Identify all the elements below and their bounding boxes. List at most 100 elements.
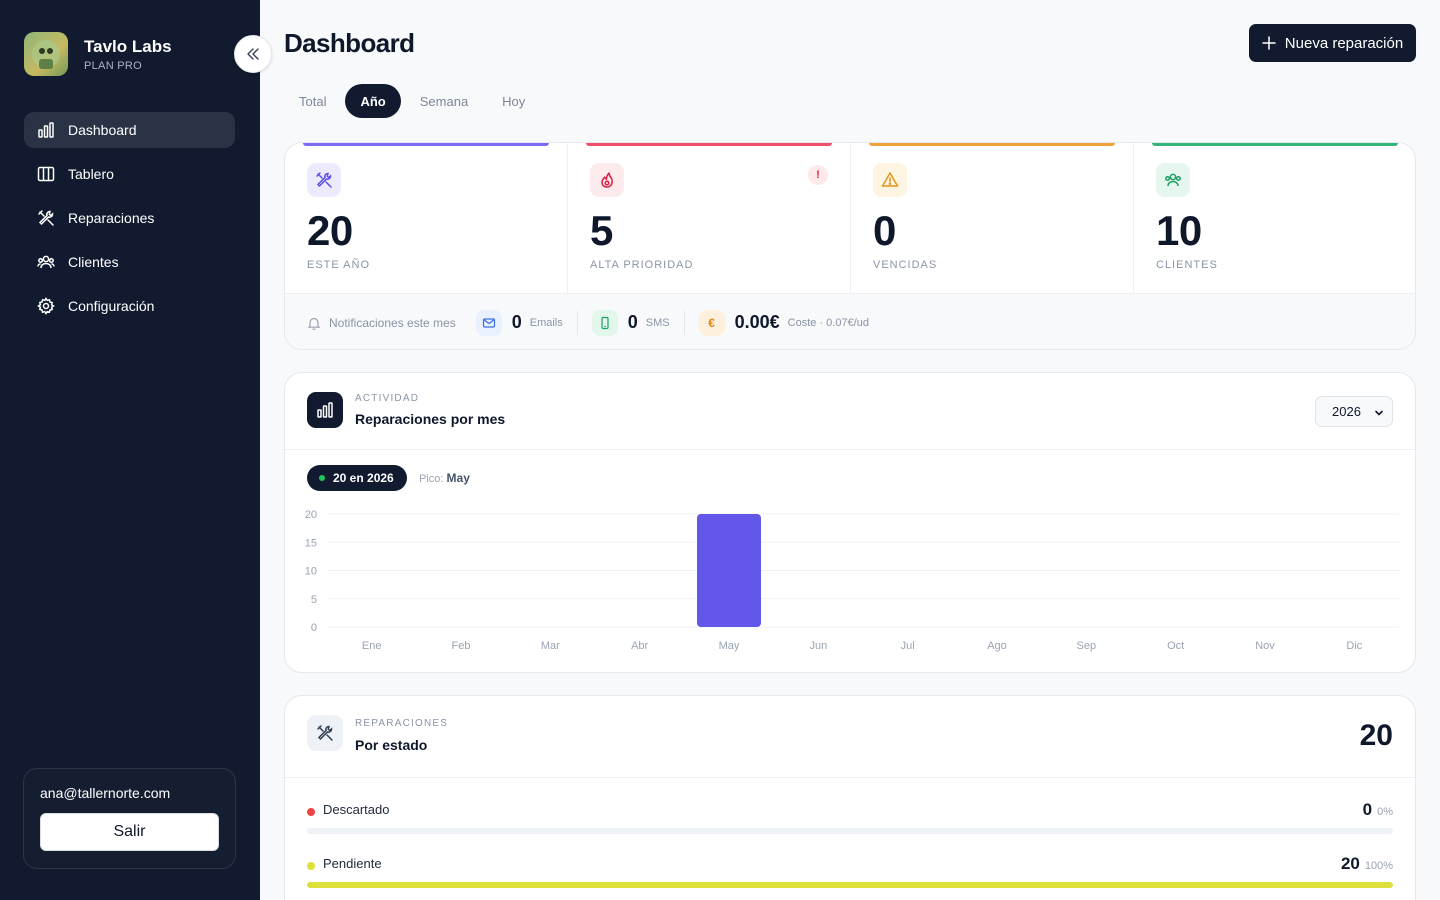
year-select[interactable]: 2026 <box>1315 396 1393 427</box>
year-total-pill: 20 en 2026 <box>307 465 407 491</box>
stat-label: ALTA PRIORIDAD <box>590 259 694 271</box>
status-percent: 0% <box>1377 806 1393 818</box>
new-repair-button[interactable]: Nueva reparación <box>1249 24 1416 62</box>
sidebar-item-label: Configuración <box>68 298 155 314</box>
y-tick-label: 20 <box>305 509 317 521</box>
status-label: Descartado <box>323 802 390 817</box>
x-tick-label: Abr <box>631 640 648 652</box>
x-tick-label: Oct <box>1167 640 1184 652</box>
notifications-label: Notificaciones este mes <box>329 315 456 330</box>
status-progress-track <box>307 828 1393 834</box>
user-card: ana@tallernorte.com Salir <box>23 768 236 869</box>
activity-card: ACTIVIDAD Reparaciones por mes 2026 20 e… <box>284 372 1416 673</box>
logout-button[interactable]: Salir <box>40 813 219 851</box>
sms-icon-box <box>591 309 618 336</box>
page-title: Dashboard <box>284 28 415 58</box>
stat-este-ano[interactable]: 20 ESTE AÑO <box>285 143 568 293</box>
stat-accent-bar <box>303 143 549 146</box>
stat-label: VENCIDAS <box>873 259 938 271</box>
sidebar-item-clientes[interactable]: Clientes <box>24 244 235 280</box>
stat-accent-bar <box>1152 143 1398 146</box>
email-icon-box <box>475 309 502 336</box>
period-tabs: Total Año Semana Hoy <box>284 84 544 118</box>
activity-title: Reparaciones por mes <box>355 411 506 427</box>
tab-ano[interactable]: Año <box>345 84 401 118</box>
collapse-sidebar-button[interactable] <box>234 35 272 73</box>
status-progress-track <box>307 882 1393 888</box>
mail-icon <box>482 317 495 328</box>
notifications-row: Notificaciones este mes 0 Emails 0 SMS €… <box>285 293 1415 349</box>
peak-info: Pico: May <box>419 471 470 485</box>
sidebar-item-label: Dashboard <box>68 122 137 138</box>
stat-icon-box <box>307 163 341 197</box>
gear-icon <box>37 297 55 315</box>
columns-icon <box>37 166 55 182</box>
y-tick-label: 5 <box>311 594 317 606</box>
stats-card: 20 ESTE AÑO ! 5 ALTA PRIORIDAD 0 VENCIDA… <box>284 142 1416 350</box>
peak-value: May <box>446 471 470 485</box>
x-tick-label: Jul <box>901 640 915 652</box>
x-tick-label: Dic <box>1346 640 1362 652</box>
bell-icon <box>307 317 321 330</box>
x-tick-label: Jun <box>809 640 827 652</box>
tab-hoy[interactable]: Hoy <box>487 84 540 118</box>
sidebar: Tavlo Labs PLAN PRO Dashboard Tablero Re… <box>0 0 260 900</box>
status-card-header: REPARACIONES Por estado 20 <box>285 696 1415 778</box>
tools-icon <box>316 172 332 188</box>
warning-icon <box>881 172 899 187</box>
tab-semana[interactable]: Semana <box>405 84 483 118</box>
stat-value: 5 <box>590 207 613 254</box>
tools-icon <box>317 725 333 741</box>
activity-card-header: ACTIVIDAD Reparaciones por mes 2026 <box>285 373 1415 450</box>
cost-label: Coste · 0.07€/ud <box>787 316 870 329</box>
user-email: ana@tallernorte.com <box>40 785 171 801</box>
x-tick-label: Mar <box>541 640 560 652</box>
sidebar-nav: Dashboard Tablero Reparaciones Clientes … <box>24 112 235 332</box>
tab-total[interactable]: Total <box>284 84 341 118</box>
y-tick-label: 15 <box>305 537 317 549</box>
chevrons-left-icon <box>247 48 259 60</box>
sms-label: SMS <box>645 316 670 329</box>
cost-value: 0.00€ <box>734 312 780 332</box>
sidebar-item-dashboard[interactable]: Dashboard <box>24 112 235 148</box>
chevron-down-icon <box>1375 410 1383 416</box>
sidebar-item-label: Clientes <box>68 254 119 270</box>
x-tick-label: Feb <box>452 640 471 652</box>
status-total: 20 <box>1359 719 1393 752</box>
bar-chart-icon <box>38 122 54 138</box>
sidebar-item-tablero[interactable]: Tablero <box>24 156 235 192</box>
x-tick-label: May <box>719 640 740 652</box>
emails-count: 0 <box>511 312 522 332</box>
brand-logo <box>24 32 68 76</box>
stat-accent-bar <box>869 143 1115 146</box>
status-percent: 100% <box>1364 860 1393 872</box>
emails-label: Emails <box>529 316 563 329</box>
tools-icon <box>38 210 54 226</box>
euro-icon: € <box>698 309 725 336</box>
sidebar-item-configuracion[interactable]: Configuración <box>24 288 235 324</box>
sidebar-item-label: Reparaciones <box>68 210 155 226</box>
users-icon <box>1165 173 1181 187</box>
x-tick-label: Nov <box>1255 640 1275 652</box>
x-tick-label: Ago <box>987 640 1007 652</box>
status-count: 20 <box>1340 854 1360 873</box>
stat-label: CLIENTES <box>1156 259 1218 271</box>
stat-accent-bar <box>586 143 832 146</box>
phone-icon <box>601 316 609 329</box>
x-tick-label: Sep <box>1077 640 1097 652</box>
stat-icon-box <box>873 163 907 197</box>
flame-icon <box>601 172 613 188</box>
stat-clientes[interactable]: 10 CLIENTES <box>1134 143 1415 293</box>
x-tick-label: Ene <box>362 640 382 652</box>
y-tick-label: 0 <box>311 622 317 634</box>
status-card: REPARACIONES Por estado 20 Descartado 0 … <box>284 695 1416 900</box>
stat-vencidas[interactable]: 0 VENCIDAS <box>851 143 1134 293</box>
stat-alta-prioridad[interactable]: ! 5 ALTA PRIORIDAD <box>568 143 851 293</box>
brand[interactable]: Tavlo Labs PLAN PRO <box>24 32 172 76</box>
sidebar-item-reparaciones[interactable]: Reparaciones <box>24 200 235 236</box>
status-label: Pendiente <box>323 856 382 871</box>
status-icon-box <box>307 715 343 751</box>
new-repair-label: Nueva reparación <box>1284 34 1404 52</box>
brand-name: Tavlo Labs <box>84 36 172 56</box>
year-select-value: 2026 <box>1332 404 1361 419</box>
